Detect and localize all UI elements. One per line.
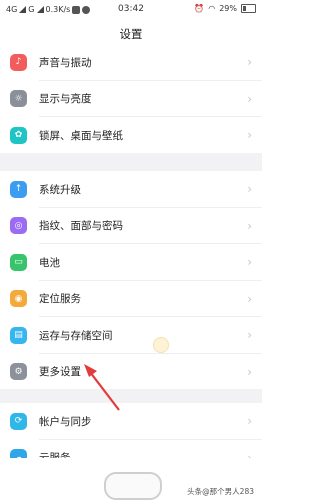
home-button[interactable]	[104, 472, 162, 500]
navigation-bar: 头条@那个男人283	[0, 458, 262, 500]
annotation-arrow	[84, 364, 120, 411]
watermark: 头条@那个男人283	[187, 487, 254, 496]
